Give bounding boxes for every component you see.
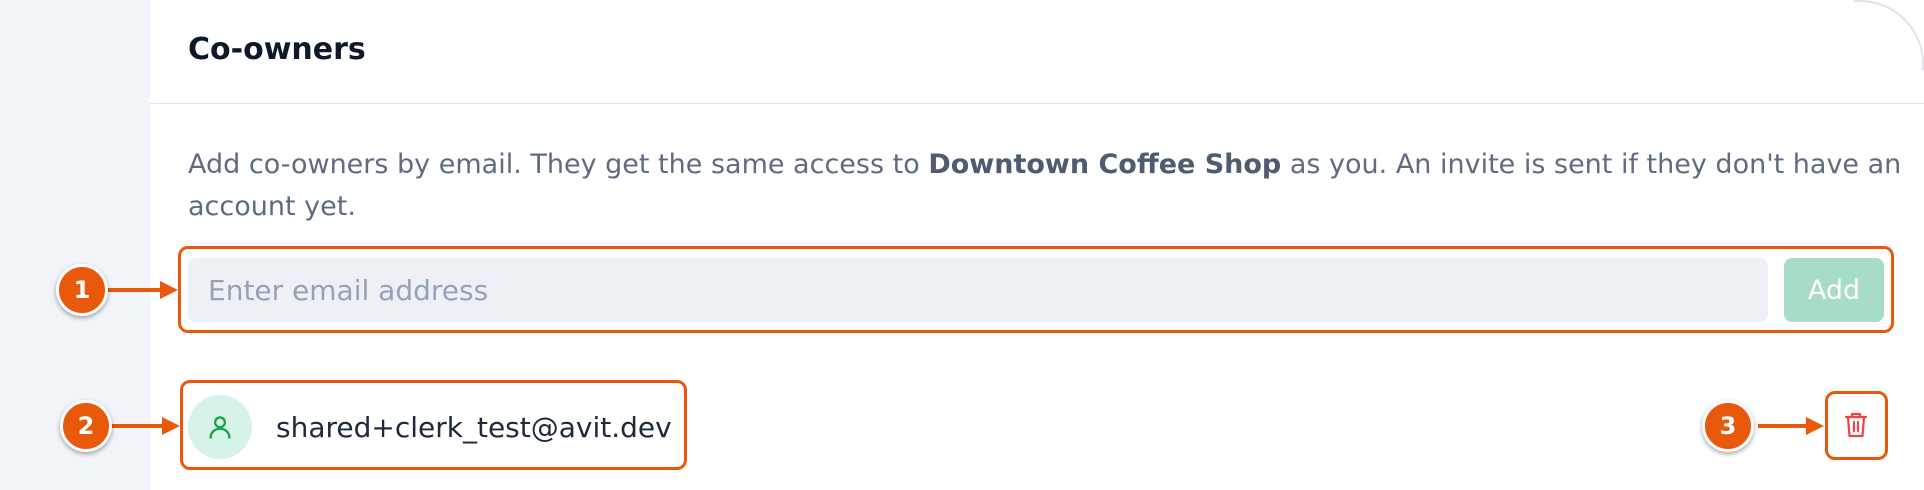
callout-marker-1: 1 — [56, 264, 108, 316]
callout-highlight-email-form — [178, 246, 1894, 333]
card-description: Add co-owners by email. They get the sam… — [188, 144, 1908, 228]
callout-arrow-2 — [112, 417, 180, 435]
callout-arrow-3 — [1758, 417, 1824, 435]
callout-highlight-co-owner — [180, 380, 687, 470]
callout-marker-3: 3 — [1702, 400, 1754, 452]
card-header: Co-owners — [150, 0, 1924, 104]
card-title: Co-owners — [188, 32, 366, 67]
callout-marker-2: 2 — [60, 400, 112, 452]
callout-highlight-delete — [1825, 391, 1888, 460]
business-name: Downtown Coffee Shop — [928, 149, 1282, 180]
description-prefix: Add co-owners by email. They get the sam… — [188, 149, 929, 180]
callout-arrow-1 — [108, 281, 178, 299]
